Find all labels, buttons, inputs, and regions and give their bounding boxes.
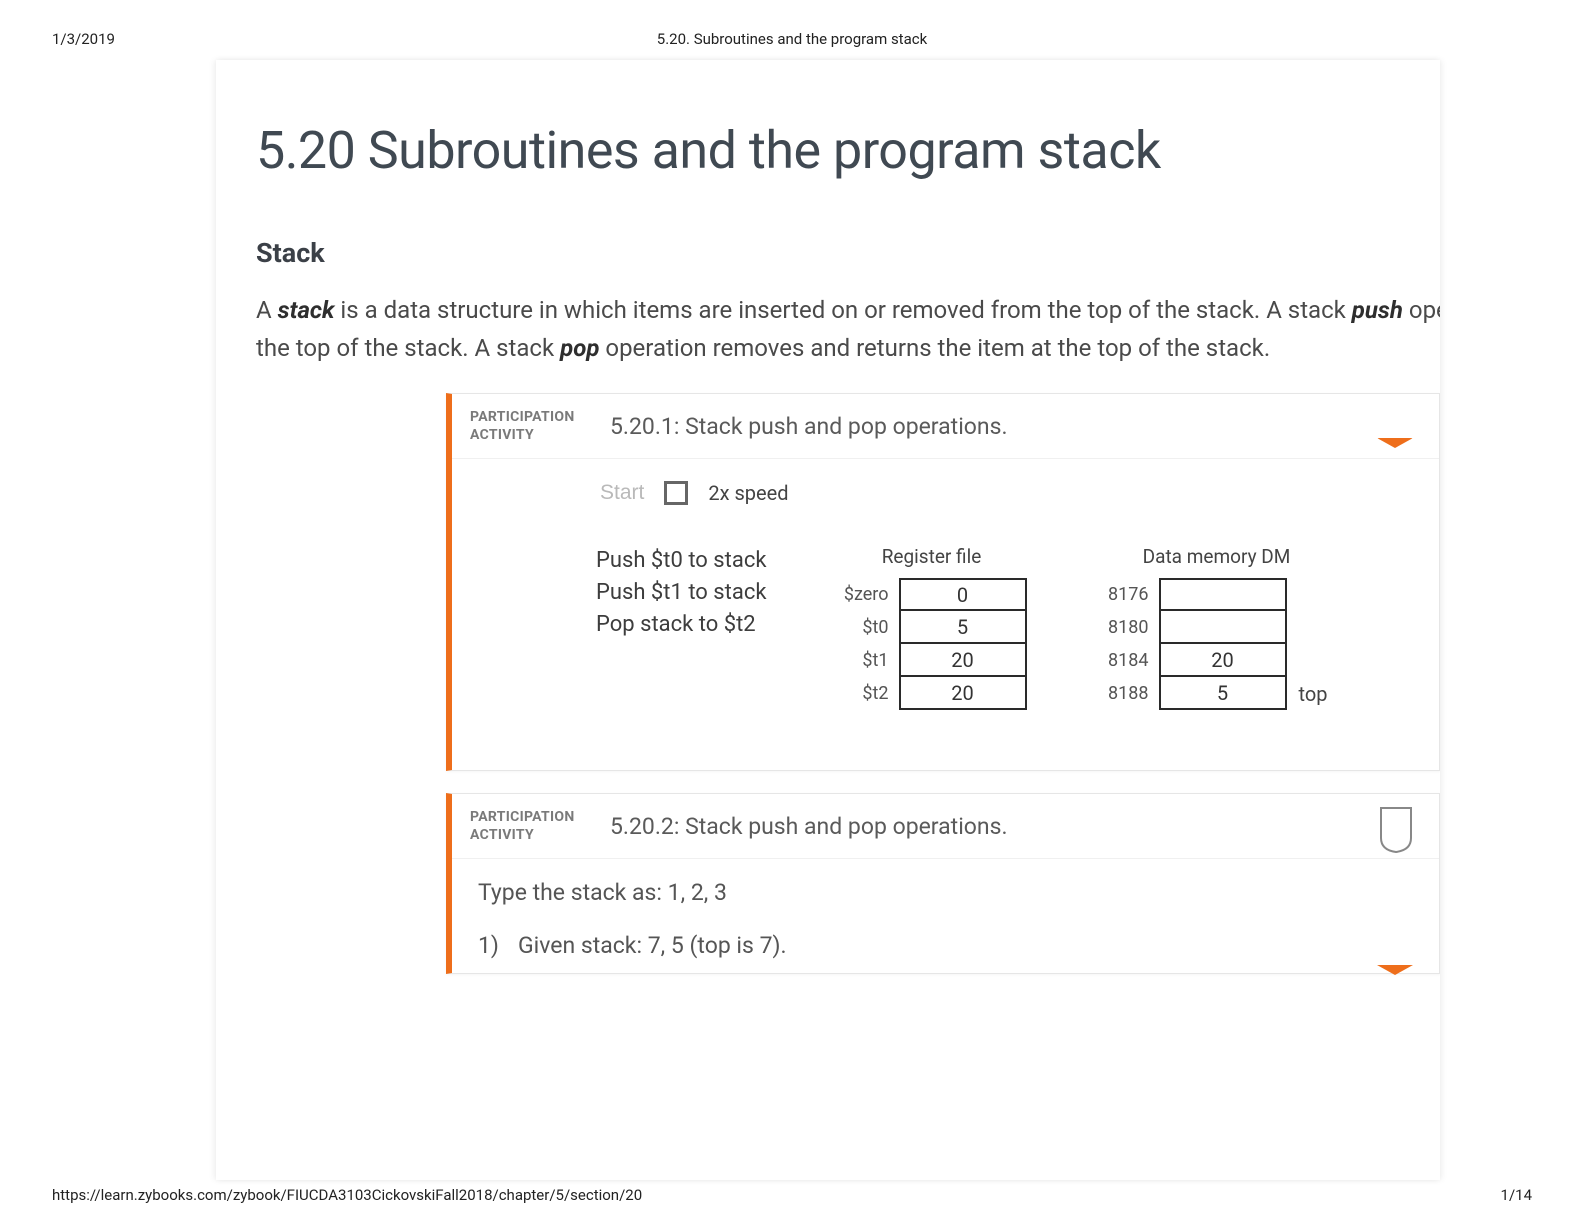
activity-2-body: Type the stack as: 1, 2, 3 1) Given stac… xyxy=(452,859,1439,969)
dm-title: Data memory DM xyxy=(1097,545,1337,568)
register-file-table: Register file $zero0 $t05 $t120 $t220 xyxy=(837,545,1027,710)
activity-2: PARTICIPATION ACTIVITY 5.20.2: Stack pus… xyxy=(446,793,1440,974)
instr-2: Pop stack to $t2 xyxy=(596,609,767,641)
start-button[interactable]: Start xyxy=(600,481,644,505)
collapse-caret-icon[interactable] xyxy=(1377,438,1413,448)
activity-2-header: PARTICIPATION ACTIVITY 5.20.2: Stack pus… xyxy=(452,794,1439,859)
collapse-caret-icon[interactable] xyxy=(1377,965,1413,975)
q1-number: 1) xyxy=(478,932,504,959)
pa-label: PARTICIPATION ACTIVITY xyxy=(470,808,610,844)
data-memory-table: Data memory DM 8176 8180 818420 81885top xyxy=(1097,545,1337,710)
activity-2-title: 5.20.2: Stack push and pop operations. xyxy=(610,813,1008,840)
activity-2-instruction: Type the stack as: 1, 2, 3 xyxy=(478,879,1413,906)
print-url: https://learn.zybooks.com/zybook/FIUCDA3… xyxy=(52,1186,642,1204)
activity-1-body: Start 2x speed Push $t0 to stack Push $t… xyxy=(452,459,1439,770)
print-header: 1/3/2019 5.20. Subroutines and the progr… xyxy=(52,30,1532,48)
activity-1-header: PARTICIPATION ACTIVITY 5.20.1: Stack pus… xyxy=(452,394,1439,459)
simulation-row: Push $t0 to stack Push $t1 to stack Pop … xyxy=(596,545,1409,710)
print-doc-title: 5.20. Subroutines and the program stack xyxy=(52,30,1532,48)
regfile-title: Register file xyxy=(837,545,1027,568)
page-canvas: 5.20 Subroutines and the program stack S… xyxy=(216,60,1440,1180)
animation-controls: Start 2x speed xyxy=(600,481,1409,505)
question-1: 1) Given stack: 7, 5 (top is 7). xyxy=(478,932,1413,959)
q1-text: Given stack: 7, 5 (top is 7). xyxy=(518,932,787,959)
body-paragraph-line2: the top of the stack. A stack pop operat… xyxy=(256,331,1400,365)
print-page-count: 1/14 xyxy=(1501,1186,1532,1204)
instr-0: Push $t0 to stack xyxy=(596,545,767,577)
shield-icon xyxy=(1377,806,1415,854)
speed-label: 2x speed xyxy=(708,481,788,505)
section-title: 5.20 Subroutines and the program stack xyxy=(256,120,1400,181)
body-paragraph-line1: A stack is a data structure in which ite… xyxy=(256,293,1400,327)
stack-subhead: Stack xyxy=(256,237,1400,269)
activity-1-title: 5.20.1: Stack push and pop operations. xyxy=(610,413,1008,440)
instruction-list: Push $t0 to stack Push $t1 to stack Pop … xyxy=(596,545,767,641)
pa-label: PARTICIPATION ACTIVITY xyxy=(470,408,610,444)
activity-1: PARTICIPATION ACTIVITY 5.20.1: Stack pus… xyxy=(446,393,1440,771)
speed-checkbox[interactable] xyxy=(664,481,688,505)
print-footer: https://learn.zybooks.com/zybook/FIUCDA3… xyxy=(52,1186,1532,1204)
instr-1: Push $t1 to stack xyxy=(596,577,767,609)
